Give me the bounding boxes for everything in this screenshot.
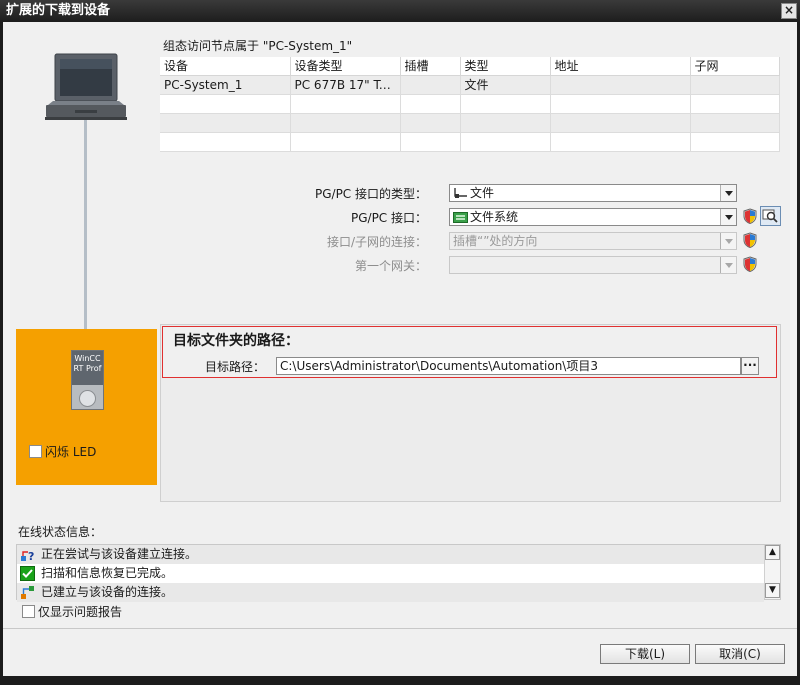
column-header-device-type[interactable]: 设备类型: [290, 57, 401, 76]
cancel-button[interactable]: 取消(C): [695, 644, 785, 664]
target-path-label: 目标路径：: [205, 360, 266, 374]
table-cell: [550, 94, 691, 114]
table-cell: [160, 94, 291, 114]
table-cell: [160, 113, 291, 133]
download-dialog: 扩展的下载到设备 × WinCC RT Prof 闪烁 LED 组态访问节点属于…: [0, 0, 800, 685]
target-device-panel: WinCC RT Prof 闪烁 LED: [16, 329, 157, 485]
table-cell: [290, 113, 401, 133]
pc-laptop-icon: [45, 53, 127, 120]
pgpc-interface-label: PG/PC 接口：: [350, 211, 427, 225]
chevron-down-icon[interactable]: [720, 209, 736, 225]
success-check-icon: [20, 566, 35, 581]
chevron-down-icon: [720, 257, 736, 273]
device-icon: WinCC RT Prof: [71, 350, 104, 410]
connecting-question-icon: ?: [21, 550, 34, 562]
status-list[interactable]: ? 正在尝试与该设备建立连接。 扫描和信息恢复已完成。 已建立与该设备的连接。: [16, 544, 781, 602]
table-cell: [460, 94, 551, 114]
pgpc-interface-type-value: 文件: [470, 186, 495, 200]
scroll-up-button[interactable]: ▲: [765, 545, 780, 560]
access-nodes-table: 设备 设备类型 插槽 类型 地址 子网 PC-System_1 PC 677B …: [160, 57, 780, 152]
device-disc-icon: [79, 390, 96, 407]
dialog-body: WinCC RT Prof 闪烁 LED 组态访问节点属于 "PC-System…: [3, 22, 797, 676]
table-row[interactable]: [160, 132, 780, 152]
table-cell: [400, 113, 461, 133]
first-gateway-label: 第一个网关：: [354, 259, 427, 273]
table-header-row: 设备 设备类型 插槽 类型 地址 子网: [160, 57, 780, 76]
table-cell: [460, 113, 551, 133]
status-message-text: 扫描和信息恢复已完成。: [41, 566, 174, 580]
device-label-line2: RT Prof: [73, 364, 102, 373]
pgpc-interface-type-select[interactable]: 文件: [449, 184, 737, 202]
status-message-text: 正在尝试与该设备建立连接。: [41, 547, 198, 561]
subnet-connection-value: 插槽“”处的方向: [453, 234, 538, 248]
file-interface-icon: [454, 188, 467, 198]
table-cell: [550, 75, 691, 95]
subnet-connection-label: 接口/子网的连接：: [326, 235, 427, 249]
table-cell: [690, 113, 780, 133]
download-button[interactable]: 下载(L): [600, 644, 690, 664]
table-cell: [160, 132, 291, 152]
only-errors-checkbox[interactable]: [22, 605, 35, 618]
subnet-connection-select[interactable]: 插槽“”处的方向: [449, 232, 737, 250]
column-header-device[interactable]: 设备: [160, 57, 291, 76]
table-row[interactable]: [160, 113, 780, 133]
status-scrollbar[interactable]: ▲ ▼: [764, 545, 780, 599]
connection-line: [84, 120, 87, 350]
access-nodes-caption: 组态访问节点属于 "PC-System_1": [163, 39, 353, 53]
footer-divider: [3, 628, 797, 629]
status-message-text: 已建立与该设备的连接。: [41, 585, 174, 599]
close-button[interactable]: ×: [781, 3, 797, 19]
connection-status-shield-icon: [743, 232, 757, 248]
status-message: ? 正在尝试与该设备建立连接。: [17, 545, 764, 564]
table-cell: PC 677B 17" Tou...: [290, 75, 401, 95]
column-header-slot[interactable]: 插槽: [400, 57, 461, 76]
status-message: 扫描和信息恢复已完成。: [17, 564, 764, 583]
search-devices-button[interactable]: [760, 206, 781, 226]
table-cell: [690, 75, 780, 95]
gateway-status-shield-icon: [743, 256, 757, 272]
dialog-title: 扩展的下载到设备: [6, 3, 111, 18]
status-message: 已建立与该设备的连接。: [17, 583, 764, 602]
device-label-line1: WinCC: [74, 354, 101, 363]
table-cell: [400, 75, 461, 95]
chevron-down-icon: [720, 233, 736, 249]
pgpc-interface-select[interactable]: 文件系统: [449, 208, 737, 226]
dialog-titlebar: 扩展的下载到设备 ×: [0, 0, 800, 22]
table-cell: [400, 132, 461, 152]
table-cell: [550, 132, 691, 152]
table-cell: [460, 132, 551, 152]
connection-established-icon: [21, 586, 34, 599]
table-cell: [550, 113, 691, 133]
column-header-type[interactable]: 类型: [460, 57, 551, 76]
table-cell: [690, 132, 780, 152]
column-header-subnet[interactable]: 子网: [690, 57, 780, 76]
pgpc-interface-value: 文件系统: [470, 210, 519, 224]
table-cell: [690, 94, 780, 114]
scroll-down-button[interactable]: ▼: [765, 583, 780, 598]
interface-status-shield-icon: [743, 208, 757, 224]
table-cell: [290, 94, 401, 114]
browse-button[interactable]: ···: [741, 357, 759, 375]
only-errors-label: 仅显示问题报告: [38, 605, 123, 619]
flash-led-label: 闪烁 LED: [45, 445, 97, 459]
pgpc-interface-type-label: PG/PC 接口的类型：: [314, 187, 427, 201]
svg-text:?: ?: [28, 550, 34, 562]
table-row[interactable]: PC-System_1 PC 677B 17" Tou... 文件: [160, 75, 780, 95]
target-path-box: 目标文件夹的路径： 目标路径： C:\Users\Administrator\D…: [162, 326, 777, 378]
target-path-heading: 目标文件夹的路径：: [173, 333, 299, 349]
first-gateway-select[interactable]: [449, 256, 737, 274]
filesystem-icon: [453, 212, 468, 223]
flash-led-checkbox[interactable]: [29, 445, 42, 458]
column-header-address[interactable]: 地址: [550, 57, 691, 76]
table-row[interactable]: [160, 94, 780, 114]
target-path-input[interactable]: C:\Users\Administrator\Documents\Automat…: [276, 357, 741, 375]
status-heading: 在线状态信息：: [18, 525, 103, 539]
chevron-down-icon[interactable]: [720, 185, 736, 201]
table-cell: [400, 94, 461, 114]
table-cell: PC-System_1: [160, 75, 291, 95]
magnifier-icon: [762, 209, 778, 223]
table-cell: [290, 132, 401, 152]
table-cell: 文件: [460, 75, 551, 95]
